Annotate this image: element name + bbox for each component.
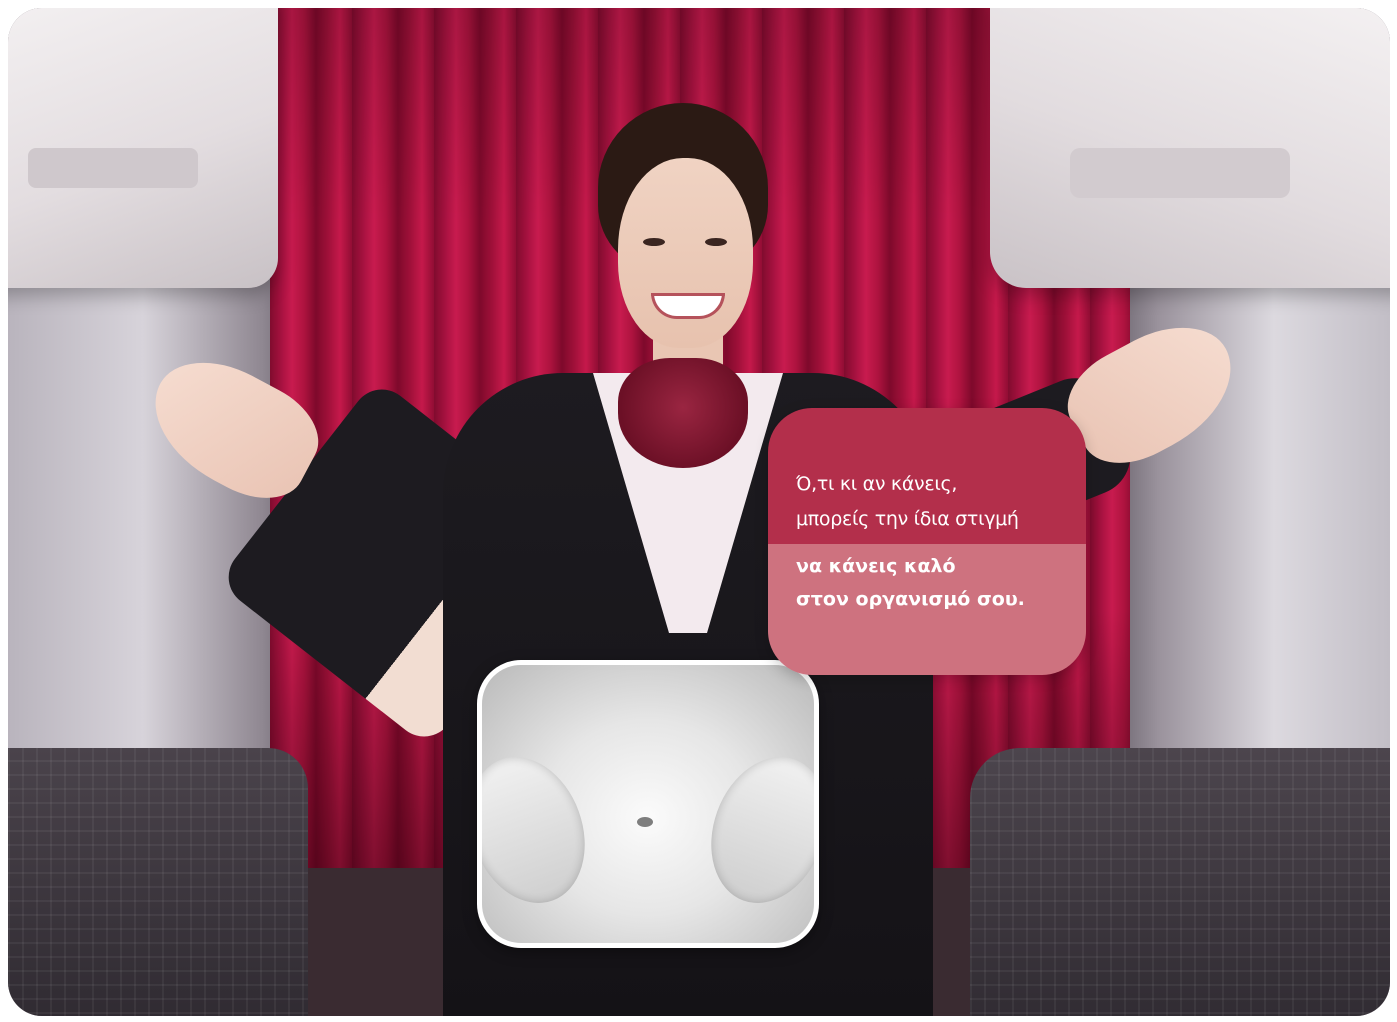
message-line-4: στον οργανισμό σου. xyxy=(796,588,1025,610)
attendant-scarf xyxy=(618,358,748,468)
message-card: Ό,τι κι αν κάνεις, μπορείς την ίδια στιγ… xyxy=(768,408,1086,675)
inset-belly-photo xyxy=(477,660,819,948)
attendant-face xyxy=(618,158,753,348)
message-line-2: μπορείς την ίδια στιγμή xyxy=(796,508,1019,530)
inset-navel xyxy=(637,817,653,827)
passenger-seat-left xyxy=(8,748,308,1016)
attendant-eye-right xyxy=(705,238,727,246)
attendant-eye-left xyxy=(643,238,665,246)
inset-hand-left xyxy=(482,740,605,920)
message-line-1: Ό,τι κι αν κάνεις, xyxy=(796,473,958,495)
inset-hand-right xyxy=(691,740,814,920)
message-line-3: να κάνεις καλό xyxy=(796,555,956,577)
passenger-seat-right xyxy=(970,748,1390,1016)
